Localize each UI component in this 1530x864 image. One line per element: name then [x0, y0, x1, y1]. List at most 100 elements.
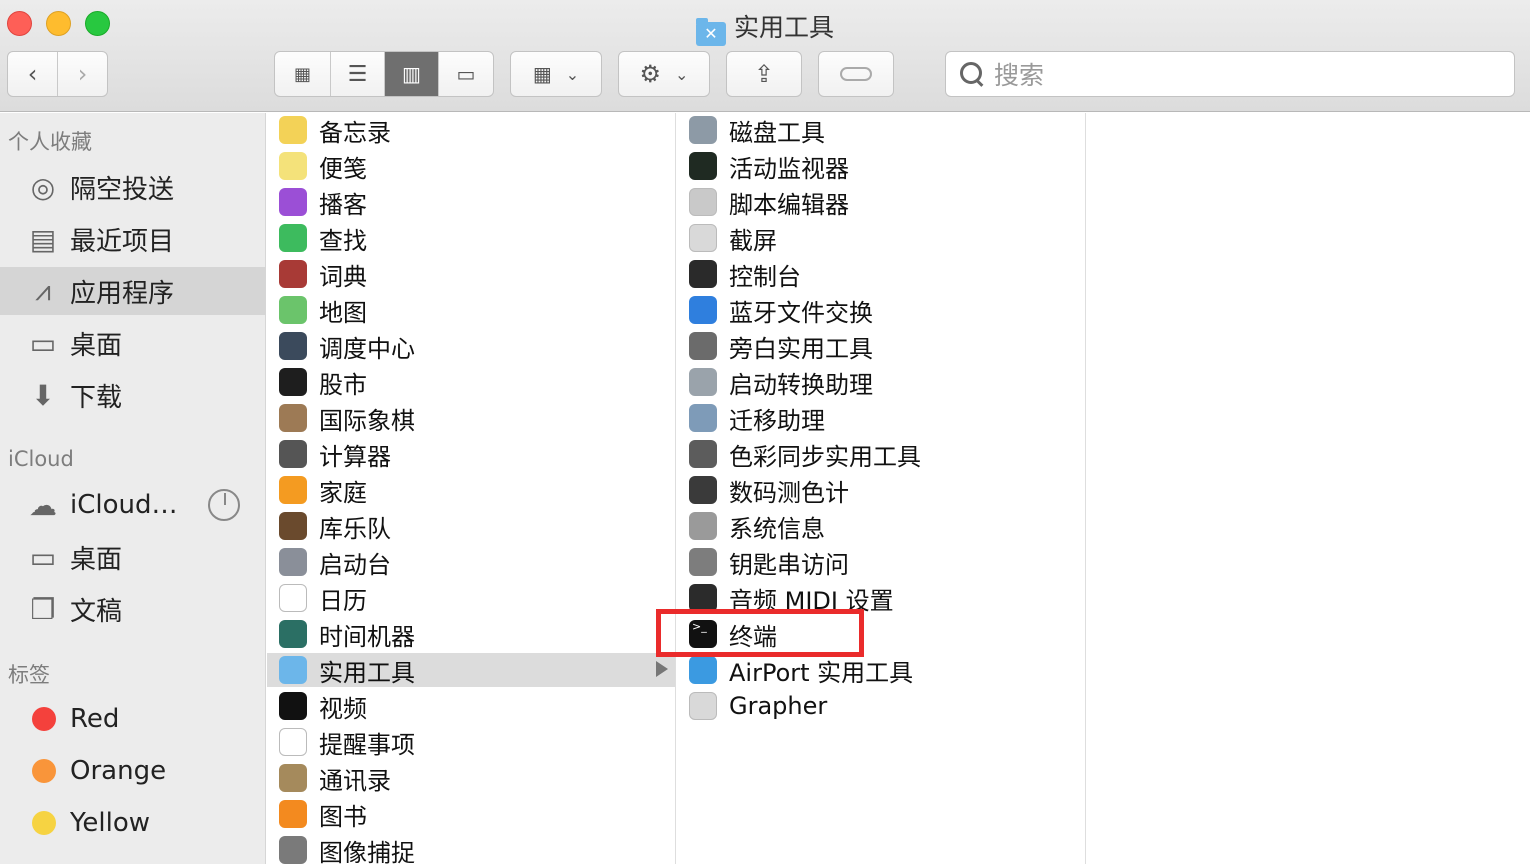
back-button[interactable]: ‹: [8, 52, 58, 96]
mission-control-icon: [279, 332, 307, 360]
list-item-label: 控制台: [729, 262, 801, 291]
sidebar-item-documents[interactable]: ❐ 文稿: [0, 585, 266, 633]
list-item[interactable]: 家庭: [267, 473, 675, 507]
list-item-label: 数码测色计: [729, 478, 849, 507]
list-item[interactable]: 便笺: [267, 149, 675, 183]
list-item-label: 股市: [319, 370, 367, 399]
list-item[interactable]: 视频: [267, 689, 675, 723]
launchpad-icon: [279, 548, 307, 576]
home-icon: [279, 476, 307, 504]
list-item[interactable]: 脚本编辑器: [677, 185, 1085, 219]
share-button[interactable]: ⇪: [726, 51, 802, 97]
edit-tags-button[interactable]: [818, 51, 894, 97]
sidebar-item-label: Red: [70, 704, 120, 734]
window-title: ✕ 实用工具: [0, 8, 1530, 46]
screenshot-icon: [689, 224, 717, 252]
list-item[interactable]: 旁白实用工具: [677, 329, 1085, 363]
search-field[interactable]: 搜索: [945, 51, 1515, 97]
list-item-label: 计算器: [319, 442, 391, 471]
sidebar-item-label: 最近项目: [70, 226, 175, 257]
stickies-icon: [279, 152, 307, 180]
grapher-icon: [689, 692, 717, 720]
list-item[interactable]: 启动转换助理: [677, 365, 1085, 399]
view-mode-control: ▦ ☰ ▥ ▭: [274, 51, 494, 97]
list-item[interactable]: 提醒事项: [267, 725, 675, 759]
list-item[interactable]: 系统信息: [677, 509, 1085, 543]
storage-status-icon[interactable]: [208, 489, 240, 521]
list-item[interactable]: 迁移助理: [677, 401, 1085, 435]
sidebar-item-applications[interactable]: ⩘ 应用程序: [0, 267, 266, 315]
chevron-down-icon: ⌄: [565, 64, 580, 84]
disclosure-triangle-icon: [656, 661, 668, 677]
list-item[interactable]: 通讯录: [267, 761, 675, 795]
list-item-label: 词典: [319, 262, 367, 291]
sidebar-tag-orange[interactable]: Orange: [0, 747, 266, 795]
list-item-label: 色彩同步实用工具: [729, 442, 921, 471]
list-item[interactable]: 图书: [267, 797, 675, 831]
list-item[interactable]: 股市: [267, 365, 675, 399]
sidebar-item-recents[interactable]: ▤ 最近项目: [0, 215, 266, 263]
list-item[interactable]: 实用工具: [267, 653, 675, 687]
list-item[interactable]: 调度中心: [267, 329, 675, 363]
sidebar-item-icloud-drive[interactable]: ☁ iCloud…: [0, 481, 266, 529]
list-item[interactable]: 库乐队: [267, 509, 675, 543]
favorites-header: 个人收藏: [8, 130, 92, 154]
list-item[interactable]: 查找: [267, 221, 675, 255]
gear-icon: ⚙: [639, 60, 662, 88]
list-item[interactable]: AirPort 实用工具: [677, 653, 1085, 687]
gallery-view-button[interactable]: ▭: [439, 52, 493, 96]
list-item[interactable]: 播客: [267, 185, 675, 219]
list-item[interactable]: 截屏: [677, 221, 1085, 255]
list-item[interactable]: Grapher: [677, 689, 1085, 723]
list-item-label: 截屏: [729, 226, 777, 255]
desktop-icon: ▭: [29, 540, 57, 574]
list-item[interactable]: 图像捕捉: [267, 833, 675, 864]
red-tag-dot-icon: [32, 707, 56, 731]
sidebar-tag-yellow[interactable]: Yellow: [0, 799, 266, 847]
books-icon: [279, 800, 307, 828]
list-item[interactable]: 活动监视器: [677, 149, 1085, 183]
list-item-label: 图像捕捉: [319, 838, 415, 864]
sidebar-item-label: 文稿: [70, 596, 123, 627]
chess-icon: [279, 404, 307, 432]
icon-view-button[interactable]: ▦: [275, 52, 331, 96]
list-item[interactable]: 色彩同步实用工具: [677, 437, 1085, 471]
sidebar-item-icloud-desktop[interactable]: ▭ 桌面: [0, 533, 266, 581]
column-view-button[interactable]: ▥: [385, 52, 439, 96]
list-item[interactable]: 地图: [267, 293, 675, 327]
list-item[interactable]: 蓝牙文件交换: [677, 293, 1085, 327]
list-item[interactable]: 控制台: [677, 257, 1085, 291]
list-item-label: 启动台: [319, 550, 391, 579]
sidebar-item-desktop[interactable]: ▭ 桌面: [0, 319, 266, 367]
sidebar-item-label: 隔空投送: [70, 174, 175, 205]
sidebar-item-label: Orange: [70, 756, 167, 786]
list-item[interactable]: 磁盘工具: [677, 113, 1085, 147]
list-item-label: 实用工具: [319, 658, 415, 687]
boot-camp-icon: [689, 368, 717, 396]
icloud-drive-icon: ☁: [29, 488, 57, 522]
list-item[interactable]: 时间机器: [267, 617, 675, 651]
forward-button[interactable]: ›: [58, 52, 107, 96]
group-by-button[interactable]: ▦ ⌄: [510, 51, 602, 97]
sidebar: 个人收藏 ◎ 隔空投送 ▤ 最近项目 ⩘ 应用程序 ▭ 桌面 ⬇ 下载 iCloud ☁ i…: [0, 113, 266, 864]
search-icon: [958, 60, 986, 88]
list-item[interactable]: 计算器: [267, 437, 675, 471]
sidebar-item-airdrop[interactable]: ◎ 隔空投送: [0, 163, 266, 211]
list-item[interactable]: 启动台: [267, 545, 675, 579]
sidebar-item-downloads[interactable]: ⬇ 下载: [0, 371, 266, 419]
gallery-icon: ▭: [456, 62, 476, 86]
list-item[interactable]: 日历: [267, 581, 675, 615]
list-view-button[interactable]: ☰: [331, 52, 385, 96]
list-item[interactable]: 词典: [267, 257, 675, 291]
applications-column: 备忘录 便笺 播客 查找词典 地图 调度中心股市 国际象棋计算器 家庭 库乐队启动台 日历 时间机器…: [267, 113, 676, 864]
list-item[interactable]: 钥匙串访问: [677, 545, 1085, 579]
list-item[interactable]: 国际象棋: [267, 401, 675, 435]
grid-icon: ▦: [293, 63, 311, 85]
list-item[interactable]: 备忘录: [267, 113, 675, 147]
list-item[interactable]: 数码测色计: [677, 473, 1085, 507]
share-icon: ⇪: [753, 60, 775, 88]
action-menu-button[interactable]: ⚙ ⌄: [618, 51, 710, 97]
columns-icon: ▥: [402, 62, 421, 86]
sidebar-tag-red[interactable]: Red: [0, 695, 266, 743]
calendar-icon: [279, 584, 307, 612]
